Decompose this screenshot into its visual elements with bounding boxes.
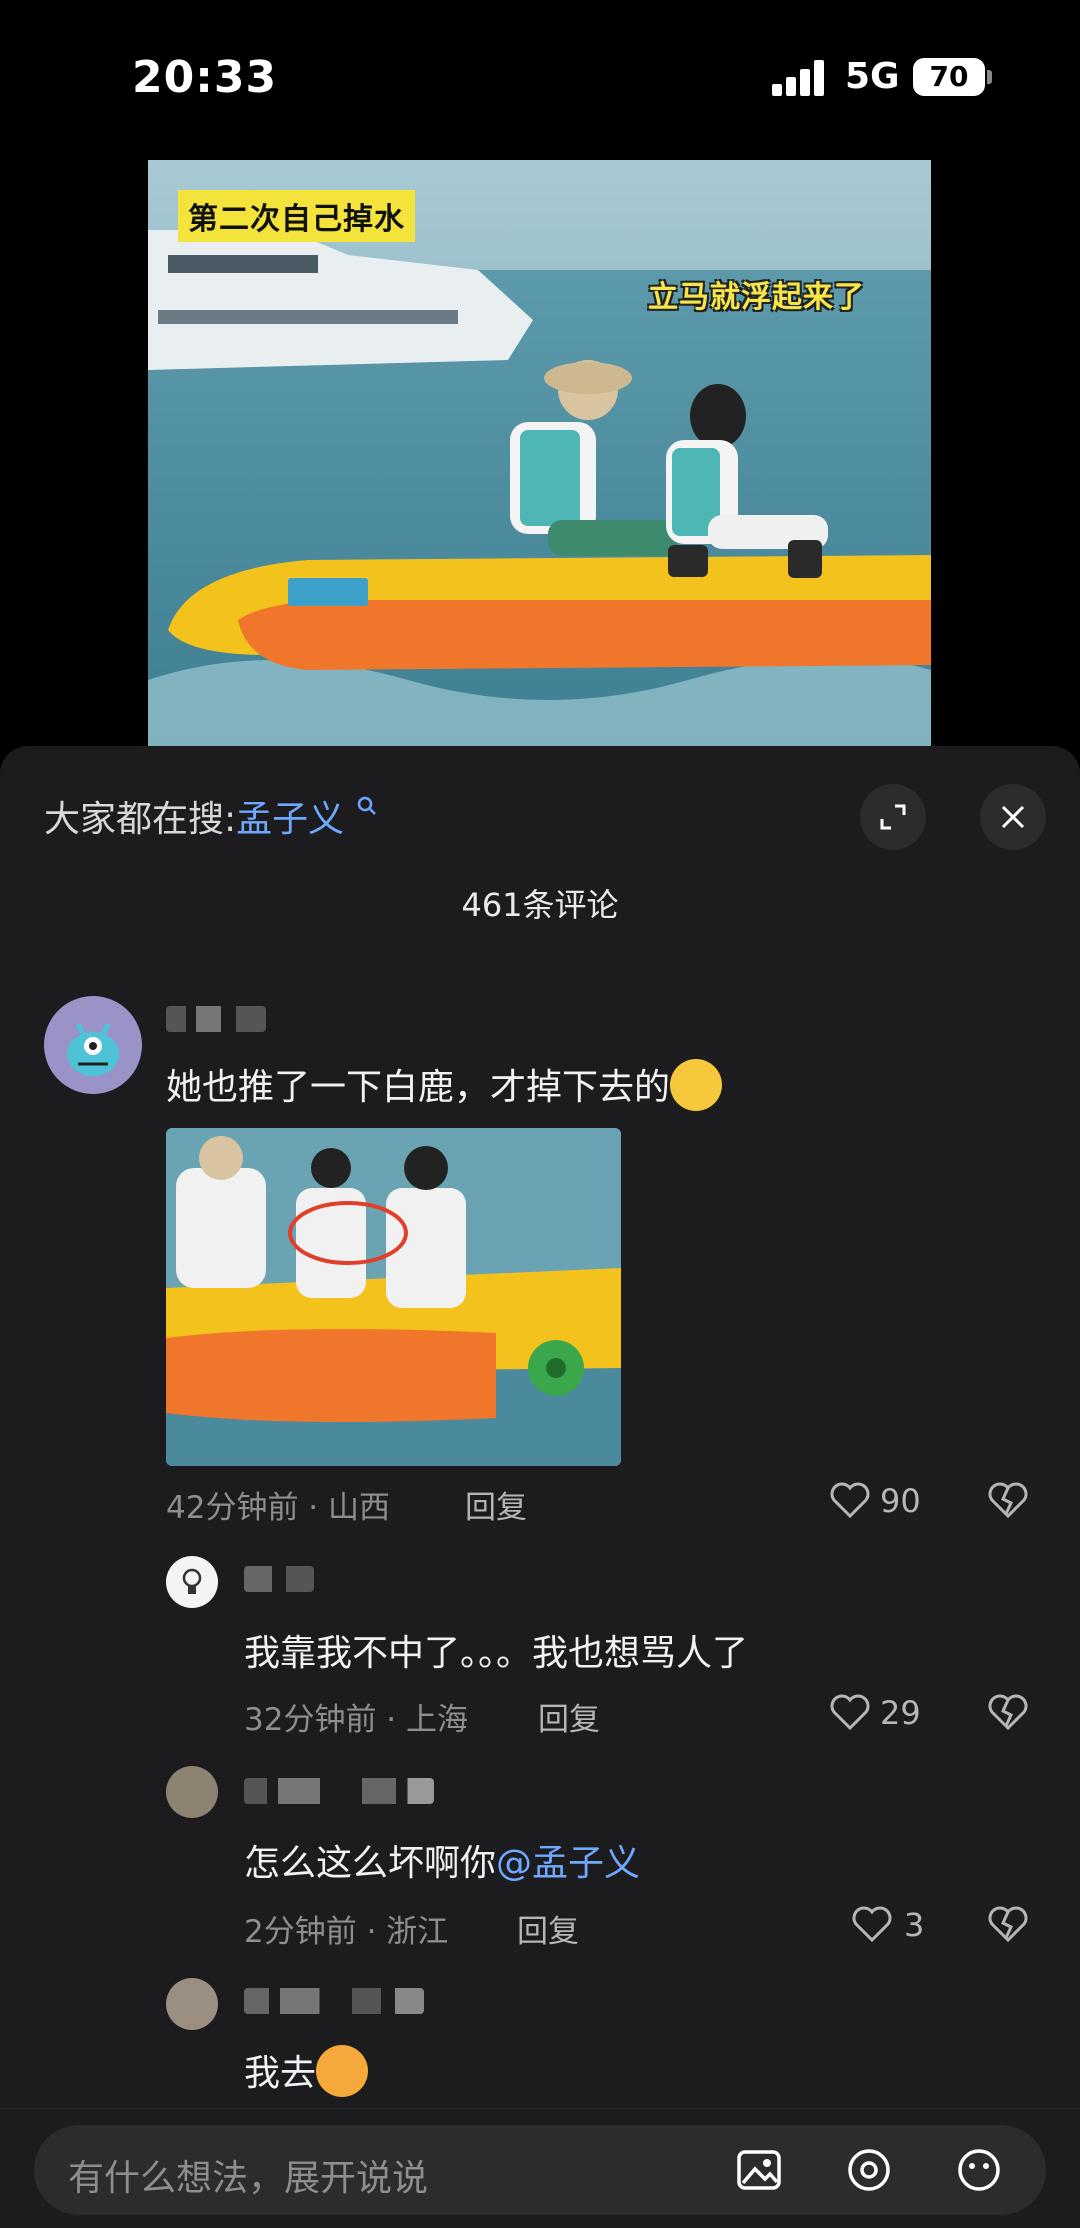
broken-heart-icon[interactable] [986, 1690, 1030, 1734]
reply-text: 我去 [244, 2044, 369, 2101]
status-bar: 20:33 5G 70 [0, 0, 1080, 150]
at-icon[interactable] [844, 2145, 894, 2195]
reply-meta: 32分钟前 · 上海 [244, 1702, 469, 1738]
video-player[interactable]: 第二次自己掉水 立马就浮起来了 [148, 160, 931, 746]
username-redacted[interactable] [244, 1988, 424, 2014]
reply-text: 我靠我不中了。。。我也想骂人了 [244, 1633, 749, 1674]
heart-icon[interactable] [828, 1478, 872, 1522]
expand-button[interactable] [860, 784, 926, 850]
signal-icon [772, 60, 828, 96]
reply-button[interactable]: 回复 [538, 1694, 600, 1739]
comment-count: 461条评论 [461, 886, 619, 924]
mention-link[interactable]: @孟子义 [496, 1843, 640, 1884]
avatar[interactable] [166, 1766, 218, 1818]
comment-text: 她也推了一下白鹿，才掉下去的 [166, 1058, 723, 1115]
search-icon [357, 796, 376, 815]
battery-nub [987, 70, 992, 84]
comment-input-placeholder: 有什么想法，展开说说 [68, 2158, 429, 2199]
avatar[interactable] [166, 1978, 218, 2030]
lightbulb-avatar-icon [182, 1568, 202, 1594]
reply-text: 怎么这么坏啊你@孟子义 [244, 1843, 641, 1884]
trending-search-prefix: 大家都在搜: [44, 799, 237, 840]
heart-icon[interactable] [850, 1902, 894, 1946]
comment-image[interactable] [166, 1128, 621, 1466]
battery-icon: 70 [913, 58, 985, 96]
like-count: 29 [880, 1694, 921, 1732]
like-count: 3 [904, 1906, 925, 1944]
video-scene [148, 160, 931, 746]
broken-heart-icon[interactable] [986, 1478, 1030, 1522]
username-redacted[interactable] [244, 1566, 314, 1592]
username-redacted[interactable] [166, 1006, 266, 1032]
comment-image-scene [166, 1128, 621, 1466]
network-label: 5G [845, 56, 900, 97]
video-caption-right: 立马就浮起来了 [648, 280, 865, 315]
video-caption-top: 第二次自己掉水 [178, 190, 415, 242]
avatar[interactable] [166, 1556, 218, 1608]
close-button[interactable] [980, 784, 1046, 850]
reply-button[interactable]: 回复 [465, 1482, 527, 1527]
emoji-icon[interactable] [954, 2145, 1004, 2195]
comment-input[interactable]: 有什么想法，展开说说 [34, 2125, 1046, 2215]
username-redacted[interactable] [244, 1778, 434, 1804]
status-time: 20:33 [132, 52, 278, 103]
heart-icon[interactable] [828, 1690, 872, 1734]
trending-search[interactable]: 大家都在搜:孟子义 [44, 790, 378, 842]
avatar-monster-icon [67, 1022, 119, 1076]
reply-button[interactable]: 回复 [517, 1906, 579, 1951]
surprised-emoji-icon [316, 2045, 369, 2097]
avatar[interactable] [44, 996, 142, 1094]
composer-bar: 有什么想法，展开说说 [0, 2108, 1080, 2228]
image-icon[interactable] [734, 2145, 784, 2195]
reply-meta: 2分钟前 · 浙江 [244, 1914, 449, 1950]
expand-icon [880, 804, 906, 830]
trending-search-keyword[interactable]: 孟子义 [236, 799, 344, 840]
close-icon [1001, 805, 1025, 829]
like-count: 90 [880, 1482, 921, 1520]
flushed-emoji-icon [670, 1059, 723, 1111]
comment-meta: 42分钟前 · 山西 [166, 1490, 391, 1526]
broken-heart-icon[interactable] [986, 1902, 1030, 1946]
